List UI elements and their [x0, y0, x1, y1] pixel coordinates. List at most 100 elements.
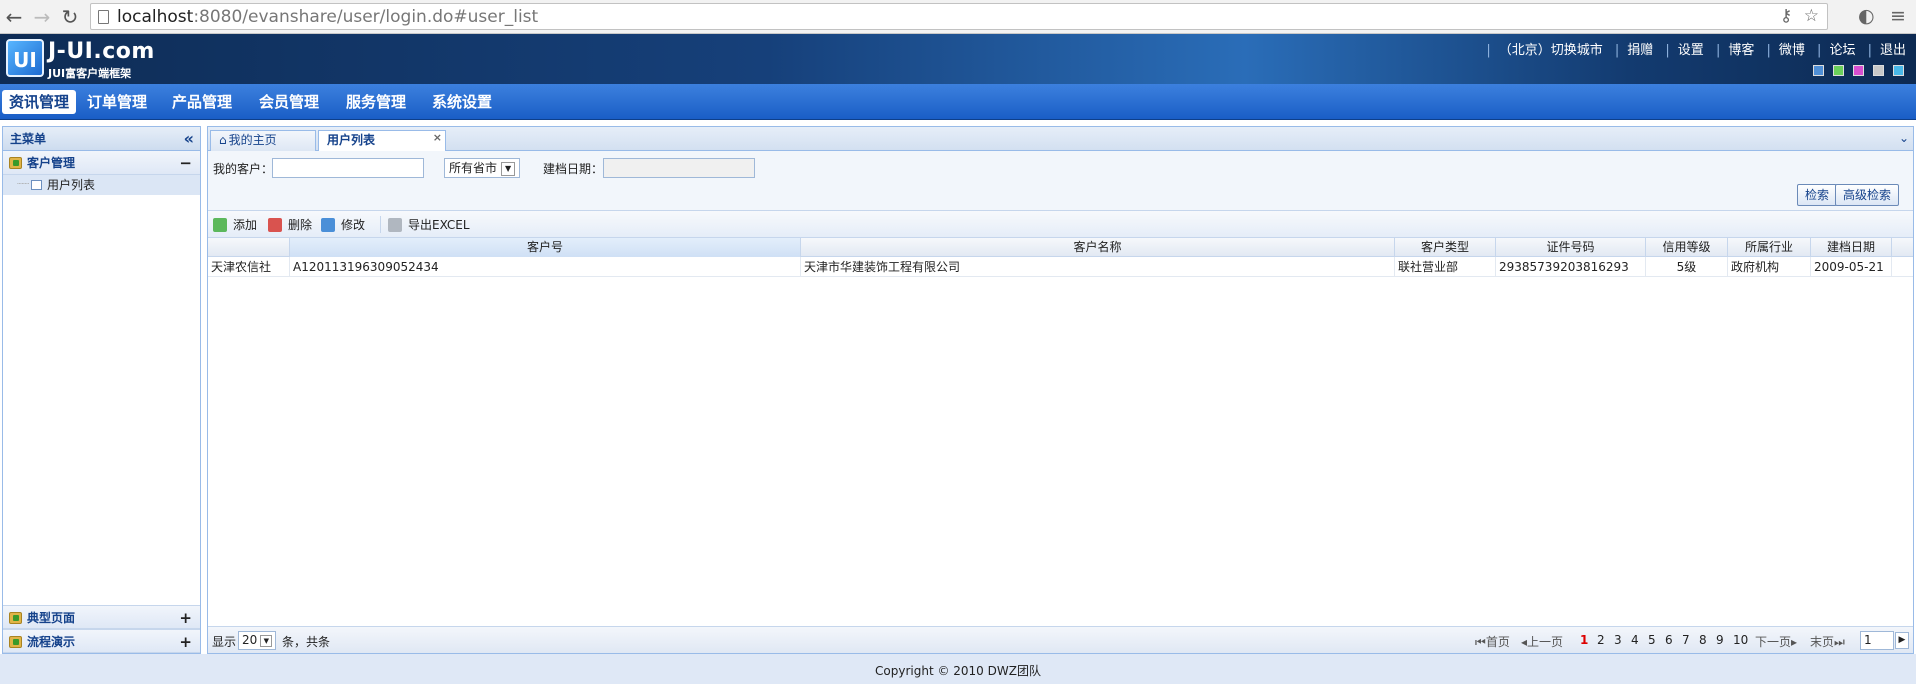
logout-link[interactable]: 退出 [1880, 43, 1906, 58]
pager-total-label: 条，共条 [282, 635, 331, 649]
page-link-8[interactable]: 8 [1699, 633, 1707, 647]
theme-silver-swatch[interactable] [1873, 65, 1884, 76]
page-size-select[interactable]: 20 ▼ [238, 631, 277, 650]
delete-label: 删除 [288, 218, 313, 232]
page-jump-input[interactable]: 1 [1860, 631, 1894, 650]
page-link-5[interactable]: 5 [1648, 633, 1656, 647]
forward-arrow-icon[interactable]: → [30, 5, 54, 29]
tab-label: 我的主页 [228, 133, 277, 147]
column-header-customer-no[interactable]: 客户号 [290, 238, 801, 257]
cell-created-date: 2009-05-21 [1811, 257, 1892, 277]
nav-orders[interactable]: 订单管理 [80, 90, 154, 114]
back-arrow-icon[interactable]: ← [2, 5, 26, 29]
next-page-button[interactable]: 下一页▸ [1755, 633, 1797, 650]
first-page-label: 首页 [1485, 635, 1510, 649]
column-header-customer-type[interactable]: 客户类型 [1395, 238, 1496, 257]
expand-icon[interactable]: + [179, 606, 192, 630]
accordion-flow-demo[interactable]: 流程演示 + [3, 629, 200, 653]
tab-home[interactable]: ⌂ 我的主页 [210, 130, 316, 151]
nav-system-settings[interactable]: 系统设置 [425, 90, 499, 114]
sidebar-title: 主菜单 [10, 132, 47, 146]
sidebar-item-user-list[interactable]: ┈┈ 用户列表 [3, 175, 200, 195]
address-bar[interactable]: localhost:8080/evanshare/user/login.do#u… [90, 3, 1828, 30]
advanced-search-button[interactable]: 高级检索 [1835, 184, 1900, 206]
menu-icon[interactable]: ≡ [1890, 5, 1906, 27]
page-link-2[interactable]: 2 [1597, 633, 1605, 647]
page-link-1[interactable]: 1 [1580, 633, 1588, 647]
column-header-created-date[interactable]: 建档日期 [1811, 238, 1892, 257]
page-link-10[interactable]: 10 [1733, 633, 1748, 647]
add-button[interactable]: 添加 [213, 217, 257, 233]
reload-icon[interactable]: ↻ [58, 5, 82, 29]
pager-show-label: 显示 [212, 635, 237, 649]
tab-list-dropdown-icon[interactable]: ⌄ [1899, 131, 1909, 145]
page-link-7[interactable]: 7 [1682, 633, 1690, 647]
key-icon[interactable]: ⚷ [1780, 6, 1792, 26]
logo-title: J-UI.com [48, 39, 155, 64]
first-page-button[interactable]: ⏮首页 [1475, 633, 1510, 650]
page-link-9[interactable]: 9 [1716, 633, 1724, 647]
go-page-icon[interactable]: ▶ [1895, 632, 1909, 649]
sidebar-header: 主菜单 « [3, 127, 200, 151]
bookmark-star-icon[interactable]: ☆ [1804, 6, 1819, 26]
tab-user-list[interactable]: 用户列表 × [318, 130, 446, 152]
page-icon [98, 10, 109, 24]
theme-green-swatch[interactable] [1833, 65, 1844, 76]
delete-button[interactable]: 删除 [268, 217, 312, 233]
last-page-button[interactable]: 末页⏭ [1810, 633, 1845, 650]
close-tab-icon[interactable]: × [433, 128, 442, 147]
date-input[interactable] [603, 158, 755, 178]
logo-subtitle: JUI富客户端框架 [48, 67, 132, 80]
blog-link[interactable]: 博客 [1728, 43, 1754, 58]
accordion-customer-management[interactable]: 客户管理 − [3, 151, 200, 175]
tab-bar: ⌂ 我的主页 用户列表 × ⌄ [208, 127, 1913, 152]
cell-credit-level: 5级 [1646, 257, 1728, 277]
toolbar-separator [380, 216, 381, 233]
customer-input[interactable] [272, 158, 424, 178]
edit-icon [321, 218, 335, 232]
weibo-link[interactable]: 微博 [1779, 43, 1805, 58]
top-links: | （北京）切换城市 | 捐赠 | 设置 | 博客 | 微博 | 论坛 | 退出 [1486, 43, 1906, 58]
add-label: 添加 [233, 218, 258, 232]
page-link-3[interactable]: 3 [1614, 633, 1622, 647]
column-header-id-number[interactable]: 证件号码 [1496, 238, 1646, 257]
page-link-4[interactable]: 4 [1631, 633, 1639, 647]
theme-blue-swatch[interactable] [1813, 65, 1824, 76]
expand-icon[interactable]: + [179, 630, 192, 654]
theme-azure-swatch[interactable] [1893, 65, 1904, 76]
column-header-credit-level[interactable]: 信用等级 [1646, 238, 1728, 257]
theme-purple-swatch[interactable] [1853, 65, 1864, 76]
folder-icon [9, 636, 22, 648]
chevron-down-icon: ▼ [501, 161, 516, 176]
table-row[interactable]: 天津农信社 A120113196309052434 天津市华建装饰工程有限公司 … [208, 257, 1913, 277]
nav-members[interactable]: 会员管理 [252, 90, 326, 114]
edit-button[interactable]: 修改 [321, 217, 365, 233]
pagination-bar: 显示 20 ▼ 条，共条 ⏮首页 ◂上一页 1 2 3 4 5 6 7 8 9 1… [208, 626, 1913, 653]
grid-header: 客户号 客户名称 客户类型 证件号码 信用等级 所属行业 建档日期 [208, 238, 1913, 257]
prev-page-button[interactable]: ◂上一页 [1521, 633, 1563, 650]
switch-city-link[interactable]: （北京）切换城市 [1499, 43, 1603, 58]
collapse-sidebar-icon[interactable]: « [184, 127, 194, 151]
nav-news[interactable]: 资讯管理 [2, 90, 77, 114]
extension-icon[interactable]: ◐ [1858, 5, 1875, 27]
edit-label: 修改 [341, 218, 366, 232]
forum-link[interactable]: 论坛 [1829, 43, 1855, 58]
search-button[interactable]: 检索 [1797, 184, 1838, 206]
column-header-industry[interactable]: 所属行业 [1728, 238, 1811, 257]
column-header-customer-name[interactable]: 客户名称 [801, 238, 1395, 257]
collapse-icon[interactable]: − [179, 151, 192, 175]
export-excel-button[interactable]: 导出EXCEL [388, 217, 470, 233]
province-select[interactable]: 所有省市 ▼ [444, 158, 521, 178]
theme-switcher [1804, 65, 1904, 79]
page-link-6[interactable]: 6 [1665, 633, 1673, 647]
nav-services[interactable]: 服务管理 [339, 90, 413, 114]
donate-link[interactable]: 捐赠 [1627, 43, 1653, 58]
content-panel: ⌂ 我的主页 用户列表 × ⌄ 我的客户： 所有省市 ▼ 建档日期： 检索 高级检索… [207, 126, 1914, 654]
sidebar: 主菜单 « 客户管理 − ┈┈ 用户列表 典型页面 + 流程演示 + [2, 126, 201, 654]
customer-label: 我的客户： [213, 162, 274, 176]
settings-link[interactable]: 设置 [1678, 43, 1704, 58]
column-header-branch[interactable] [208, 238, 290, 257]
logo-icon: UI [6, 39, 44, 77]
accordion-typical-pages[interactable]: 典型页面 + [3, 605, 200, 629]
nav-products[interactable]: 产品管理 [165, 90, 239, 114]
